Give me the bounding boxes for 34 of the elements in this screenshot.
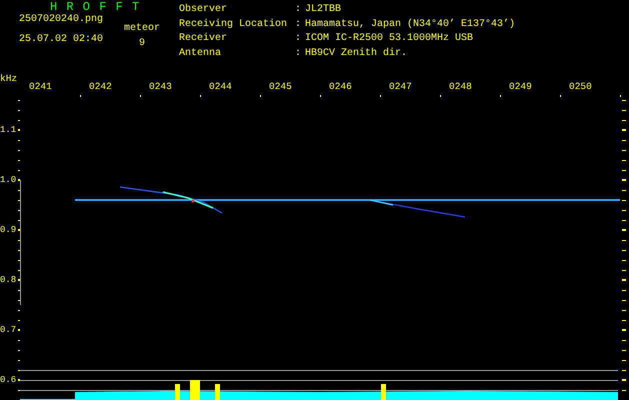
time-label: 0242 <box>89 81 113 93</box>
info-value: HB9CV Zenith dir. <box>305 48 408 60</box>
frequency-label: 0.9 <box>0 224 18 236</box>
separator: : <box>295 18 302 32</box>
count-value: 9 <box>139 38 146 50</box>
date-time: 25.07.02 02:40 <box>19 34 104 46</box>
frequency-label: 1.1 <box>0 124 18 136</box>
time-label: 0244 <box>209 81 233 93</box>
info-label: Receiver <box>179 33 228 46</box>
file-name: 2507020240.png <box>19 14 104 26</box>
time-label: 0245 <box>269 81 293 93</box>
time-label: 0243 <box>149 81 173 93</box>
separator: : <box>295 48 302 60</box>
frequency-label: 0.6 <box>0 374 18 386</box>
info-label: Observer <box>179 4 228 17</box>
separator: : <box>295 33 302 46</box>
axis-unit: kHz <box>0 72 18 85</box>
time-label: 0250 <box>569 81 593 93</box>
count-label: meteor <box>124 23 160 35</box>
separator: : <box>295 4 302 17</box>
time-label: 0248 <box>449 81 473 93</box>
info-value: ICOM IC-R2500 53.1000MHz USB <box>305 33 474 46</box>
time-label: 0249 <box>509 81 533 93</box>
info-label: Antenna <box>179 48 222 60</box>
info-label: Receiving Location <box>179 18 288 32</box>
info-value: Hamamatsu, Japan (N34°40’ E137°43’) <box>305 18 516 32</box>
frequency-label: 0.8 <box>0 274 18 286</box>
time-label: 0241 <box>29 81 53 93</box>
info-value: JL2TBB <box>305 4 342 17</box>
time-label: 0247 <box>389 81 413 93</box>
frequency-label: 0.7 <box>0 324 18 336</box>
time-label: 0246 <box>329 81 353 93</box>
frequency-label: 1.0 <box>0 174 18 186</box>
app-title: H R O F F T <box>49 0 142 14</box>
